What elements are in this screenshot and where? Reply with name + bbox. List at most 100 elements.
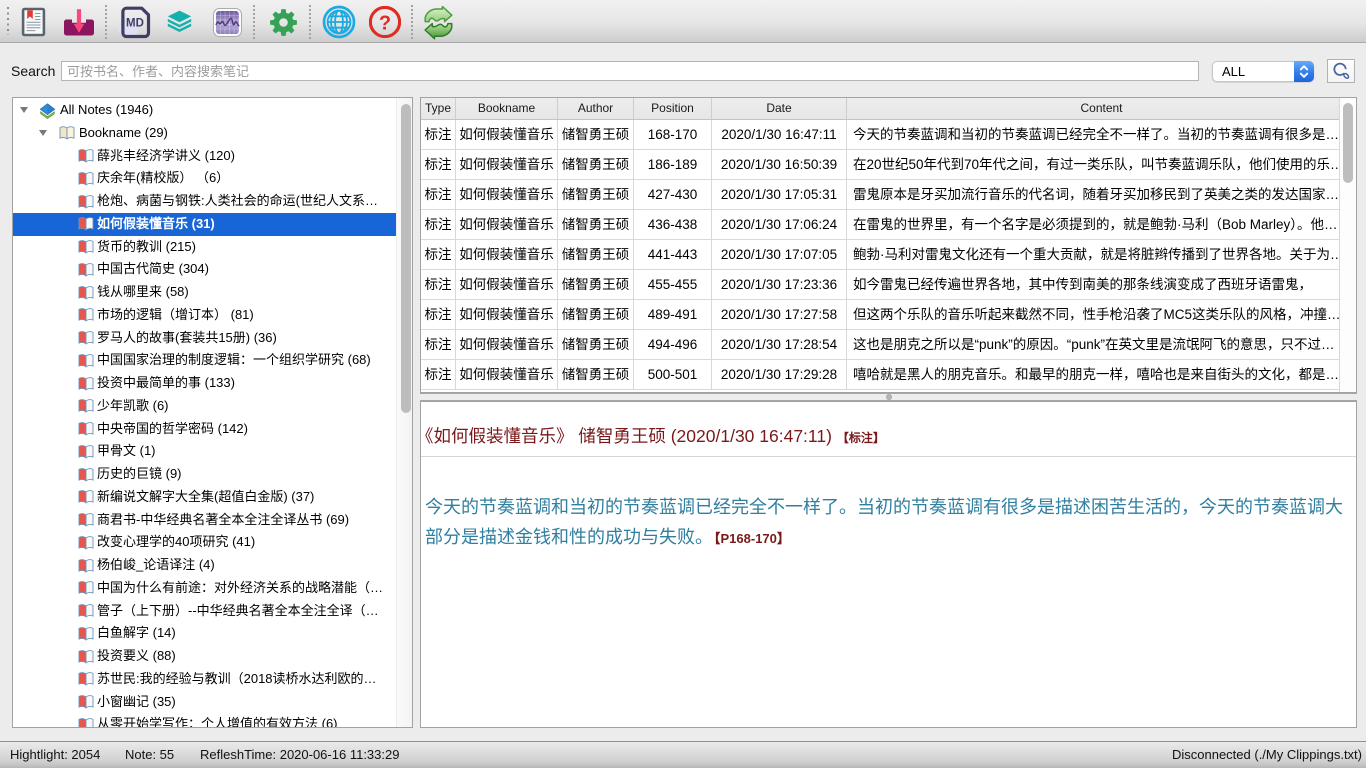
tree-item-all-notes[interactable]: All Notes (1946) bbox=[13, 99, 412, 122]
tree-item-book[interactable]: 枪炮、病菌与钢铁:人类社会的命运(世纪人文系… bbox=[13, 190, 412, 213]
table-row[interactable]: 标注如何假装懂音乐储智勇王硕186-1892020/1/30 16:50:39在… bbox=[421, 150, 1356, 180]
tree-item-label: 杨伯峻_论语译注 (4) bbox=[97, 554, 410, 577]
table-cell: 标注 bbox=[421, 360, 456, 389]
column-header-position[interactable]: Position bbox=[634, 98, 712, 119]
tree-item-book[interactable]: 白鱼解字 (14) bbox=[13, 622, 412, 645]
tree-item-book[interactable]: 货币的教训 (215) bbox=[13, 236, 412, 259]
table-header-row: Type Bookname Author Position Date Conte… bbox=[421, 98, 1356, 120]
table-row[interactable]: 标注如何假装懂音乐储智勇王硕489-4912020/1/30 17:27:58但… bbox=[421, 300, 1356, 330]
bookname-group-icon bbox=[59, 125, 75, 144]
book-tree: All Notes (1946) Bookname (29) 薛兆丰经济学讲义 … bbox=[13, 98, 412, 728]
table-cell: 今天的节奏蓝调和当初的节奏蓝调已经完全不一样了。当初的节奏蓝调有很多是描… bbox=[847, 120, 1356, 149]
settings-gear-icon bbox=[269, 8, 298, 37]
import-clippings-button[interactable] bbox=[63, 8, 95, 40]
disclosure-triangle-icon[interactable] bbox=[39, 130, 47, 136]
table-row[interactable]: 标注如何假装懂音乐储智勇王硕441-4432020/1/30 17:07:05鲍… bbox=[421, 240, 1356, 270]
tree-item-book[interactable]: 小窗幽记 (35) bbox=[13, 691, 412, 714]
table-cell: 储智勇王硕 bbox=[558, 270, 634, 299]
tree-item-book[interactable]: 投资要义 (88) bbox=[13, 645, 412, 668]
table-row[interactable]: 标注如何假装懂音乐储智勇王硕494-4962020/1/30 17:28:54这… bbox=[421, 330, 1356, 360]
toolbar-separator bbox=[253, 5, 255, 39]
search-button[interactable] bbox=[1327, 59, 1355, 83]
table-row[interactable]: 标注如何假装懂音乐储智勇王硕455-4552020/1/30 17:23:36如… bbox=[421, 270, 1356, 300]
tree-item-book[interactable]: 罗马人的故事(套装共15册) (36) bbox=[13, 327, 412, 350]
tree-item-label: 钱从哪里来 (58) bbox=[97, 281, 410, 304]
column-header-type[interactable]: Type bbox=[421, 98, 456, 119]
status-refresh-time: RefleshTime: 2020-06-16 11:33:29 bbox=[200, 747, 399, 762]
tree-item-label: 中国国家治理的制度逻辑：一个组织学研究 (68) bbox=[97, 349, 410, 372]
tree-item-book[interactable]: 中国国家治理的制度逻辑：一个组织学研究 (68) bbox=[13, 349, 412, 372]
tree-item-book[interactable]: 中国古代简史 (304) bbox=[13, 258, 412, 281]
table-row[interactable]: 标注如何假装懂音乐储智勇王硕168-1702020/1/30 16:47:11今… bbox=[421, 120, 1356, 150]
table-cell: 储智勇王硕 bbox=[558, 210, 634, 239]
tree-item-book[interactable]: 改变心理学的40项研究 (41) bbox=[13, 531, 412, 554]
settings-gear-button[interactable] bbox=[269, 8, 298, 40]
reader-notes-icon bbox=[21, 7, 46, 37]
table-row[interactable]: 标注如何假装懂音乐储智勇王硕436-4382020/1/30 17:06:24在… bbox=[421, 210, 1356, 240]
tree-item-book[interactable]: 投资中最简单的事 (133) bbox=[13, 372, 412, 395]
table-cell: 2020/1/30 17:28:54 bbox=[712, 330, 847, 359]
table-cell: 储智勇王硕 bbox=[558, 150, 634, 179]
tree-item-book[interactable]: 钱从哪里来 (58) bbox=[13, 281, 412, 304]
export-markdown-button[interactable]: MD bbox=[116, 5, 154, 42]
column-header-date[interactable]: Date bbox=[712, 98, 847, 119]
all-notes-book-icon bbox=[39, 103, 56, 122]
table-cell: 这也是朋克之所以是“punk”的原因。“punk”在英文里是流氓阿飞的意思，只不… bbox=[847, 330, 1356, 359]
toolbar-separator bbox=[411, 5, 413, 39]
statistics-icon bbox=[213, 8, 242, 37]
search-input[interactable] bbox=[61, 61, 1199, 81]
table-scrollbar-thumb[interactable] bbox=[1343, 103, 1353, 183]
tree-item-book[interactable]: 苏世民:我的经验与教训（2018读桥水达利欧的… bbox=[13, 668, 412, 691]
tree-item-book[interactable]: 中央帝国的哲学密码 (142) bbox=[13, 418, 412, 441]
tree-scrollbar-thumb[interactable] bbox=[401, 104, 411, 413]
disclosure-triangle-icon[interactable] bbox=[20, 107, 28, 113]
filter-select[interactable]: ALL bbox=[1212, 61, 1314, 82]
statistics-button[interactable] bbox=[213, 8, 242, 40]
tree-item-book[interactable]: 甲骨文 (1) bbox=[13, 440, 412, 463]
table-cell: 489-491 bbox=[634, 300, 712, 329]
tree-item-book[interactable]: 少年凯歌 (6) bbox=[13, 395, 412, 418]
table-scrollbar-track[interactable] bbox=[1339, 98, 1356, 392]
tree-item-book[interactable]: 庆余年(精校版） （6） bbox=[13, 167, 412, 190]
language-globe-button[interactable] bbox=[322, 5, 356, 42]
table-cell: 如何假装懂音乐 bbox=[456, 240, 558, 269]
horizontal-splitter[interactable] bbox=[420, 393, 1357, 401]
table-cell: 储智勇王硕 bbox=[558, 300, 634, 329]
refresh-sync-button[interactable] bbox=[422, 6, 461, 43]
column-header-bookname[interactable]: Bookname bbox=[456, 98, 558, 119]
tree-item-book[interactable]: 新编说文解字大全集(超值白金版) (37) bbox=[13, 486, 412, 509]
refresh-sync-icon bbox=[422, 6, 461, 40]
export-layers-button[interactable] bbox=[167, 10, 192, 37]
tree-scrollbar-track[interactable] bbox=[396, 98, 412, 727]
toolbar-drag-handle bbox=[7, 7, 9, 35]
tree-item-book[interactable]: 商君书-中华经典名著全本全注全译丛书 (69) bbox=[13, 509, 412, 532]
tree-item-book[interactable]: 从零开始学写作：个人增值的有效方法 (6) bbox=[13, 713, 412, 728]
table-cell: 如何假装懂音乐 bbox=[456, 270, 558, 299]
column-header-content[interactable]: Content bbox=[847, 98, 1356, 119]
table-row[interactable]: 标注如何假装懂音乐储智勇王硕500-5012020/1/30 17:29:28嘻… bbox=[421, 360, 1356, 390]
table-cell: 如何假装懂音乐 bbox=[456, 180, 558, 209]
tree-item-book[interactable]: 薛兆丰经济学讲义 (120) bbox=[13, 145, 412, 168]
table-cell: 455-455 bbox=[634, 270, 712, 299]
tree-item-book[interactable]: 杨伯峻_论语译注 (4) bbox=[13, 554, 412, 577]
svg-text:?: ? bbox=[379, 13, 391, 35]
tree-item-book[interactable]: 管子（上下册）--中华经典名著全本全注全译（… bbox=[13, 600, 412, 623]
tree-item-book[interactable]: 历史的巨镜 (9) bbox=[13, 463, 412, 486]
table-cell: 2020/1/30 17:06:24 bbox=[712, 210, 847, 239]
detail-separator bbox=[421, 456, 1356, 457]
table-cell: 标注 bbox=[421, 180, 456, 209]
table-cell: 如何假装懂音乐 bbox=[456, 330, 558, 359]
help-button[interactable]: ? bbox=[369, 6, 401, 41]
table-cell: 标注 bbox=[421, 210, 456, 239]
tree-item-book[interactable]: 如何假装懂音乐 (31) bbox=[13, 213, 412, 236]
tree-item-label: 改变心理学的40项研究 (41) bbox=[97, 531, 410, 554]
tree-item-book[interactable]: 市场的逻辑（增订本） (81) bbox=[13, 304, 412, 327]
tree-item-bookname[interactable]: Bookname (29) bbox=[13, 122, 412, 145]
column-header-author[interactable]: Author bbox=[558, 98, 634, 119]
tree-item-book[interactable]: 中国为什么有前途：对外经济关系的战略潜能（… bbox=[13, 577, 412, 600]
book-icon bbox=[78, 376, 94, 395]
tree-item-label: 苏世民:我的经验与教训（2018读桥水达利欧的… bbox=[97, 668, 410, 691]
table-cell: 标注 bbox=[421, 150, 456, 179]
reader-notes-button[interactable] bbox=[21, 7, 46, 40]
table-row[interactable]: 标注如何假装懂音乐储智勇王硕427-4302020/1/30 17:05:31雷… bbox=[421, 180, 1356, 210]
